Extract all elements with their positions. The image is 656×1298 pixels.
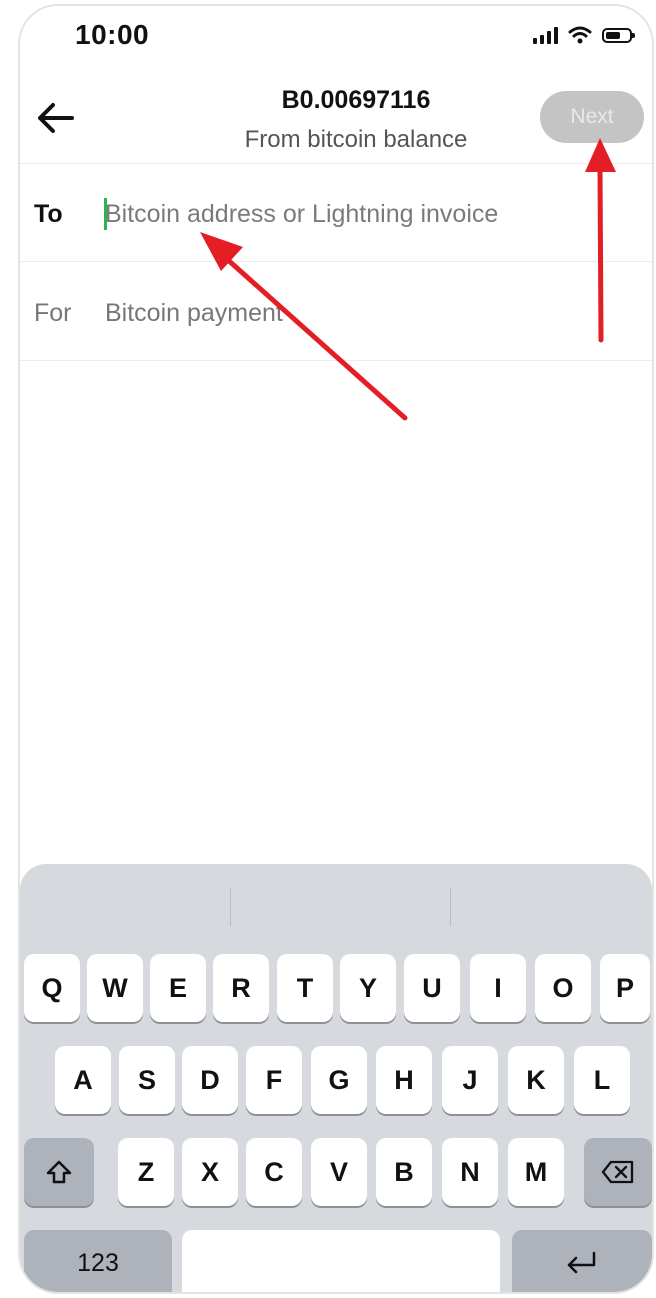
key-s[interactable]: S <box>119 1046 175 1114</box>
shift-key[interactable] <box>24 1138 94 1206</box>
key-j[interactable]: J <box>442 1046 498 1114</box>
key-v[interactable]: V <box>311 1138 367 1206</box>
key-r[interactable]: R <box>213 954 269 1022</box>
return-icon <box>567 1251 596 1274</box>
for-label: For <box>34 299 72 327</box>
key-t[interactable]: T <box>277 954 333 1022</box>
key-n[interactable]: N <box>442 1138 498 1206</box>
delete-key[interactable] <box>584 1138 652 1206</box>
suggestion-divider <box>450 888 451 926</box>
signal-icon <box>533 26 558 44</box>
text-caret <box>104 198 107 230</box>
key-x[interactable]: X <box>182 1138 238 1206</box>
battery-icon <box>602 27 635 43</box>
key-p[interactable]: P <box>600 954 650 1022</box>
recipient-address-input[interactable] <box>105 192 625 236</box>
key-c[interactable]: C <box>246 1138 302 1206</box>
status-icons <box>533 26 635 44</box>
to-field-row: To <box>20 164 652 262</box>
suggestion-divider <box>230 888 231 926</box>
key-k[interactable]: K <box>508 1046 564 1114</box>
key-z[interactable]: Z <box>118 1138 174 1206</box>
key-l[interactable]: L <box>574 1046 630 1114</box>
for-field-row[interactable]: For Bitcoin payment <box>20 263 652 361</box>
payment-note-value[interactable]: Bitcoin payment <box>105 299 283 328</box>
key-g[interactable]: G <box>311 1046 367 1114</box>
wifi-icon <box>568 26 592 44</box>
status-time: 10:00 <box>75 19 150 50</box>
space-key[interactable] <box>182 1230 500 1292</box>
key-i[interactable]: I <box>470 954 526 1022</box>
send-header: B0.00697116 From bitcoin balance Next <box>20 68 652 164</box>
next-button[interactable]: Next <box>540 91 644 143</box>
shift-icon <box>46 1160 72 1184</box>
key-f[interactable]: F <box>246 1046 302 1114</box>
key-h[interactable]: H <box>376 1046 432 1114</box>
key-m[interactable]: M <box>508 1138 564 1206</box>
key-q[interactable]: Q <box>24 954 80 1022</box>
status-bar: 10:00 <box>20 6 652 66</box>
key-u[interactable]: U <box>404 954 460 1022</box>
on-screen-keyboard: Q W E R T Y U I O P A S D F G H J K L Z … <box>20 864 652 1292</box>
key-w[interactable]: W <box>87 954 143 1022</box>
key-b[interactable]: B <box>376 1138 432 1206</box>
key-e[interactable]: E <box>150 954 206 1022</box>
numbers-key[interactable]: 123 <box>24 1230 172 1292</box>
to-label: To <box>34 200 63 228</box>
key-y[interactable]: Y <box>340 954 396 1022</box>
key-d[interactable]: D <box>182 1046 238 1114</box>
phone-screen: 10:00 B0.00697116 From bitcoin balance N… <box>18 4 654 1294</box>
key-o[interactable]: O <box>535 954 591 1022</box>
suggestion-bar <box>20 864 652 940</box>
key-a[interactable]: A <box>55 1046 111 1114</box>
backspace-icon <box>601 1160 634 1184</box>
return-key[interactable] <box>512 1230 652 1292</box>
